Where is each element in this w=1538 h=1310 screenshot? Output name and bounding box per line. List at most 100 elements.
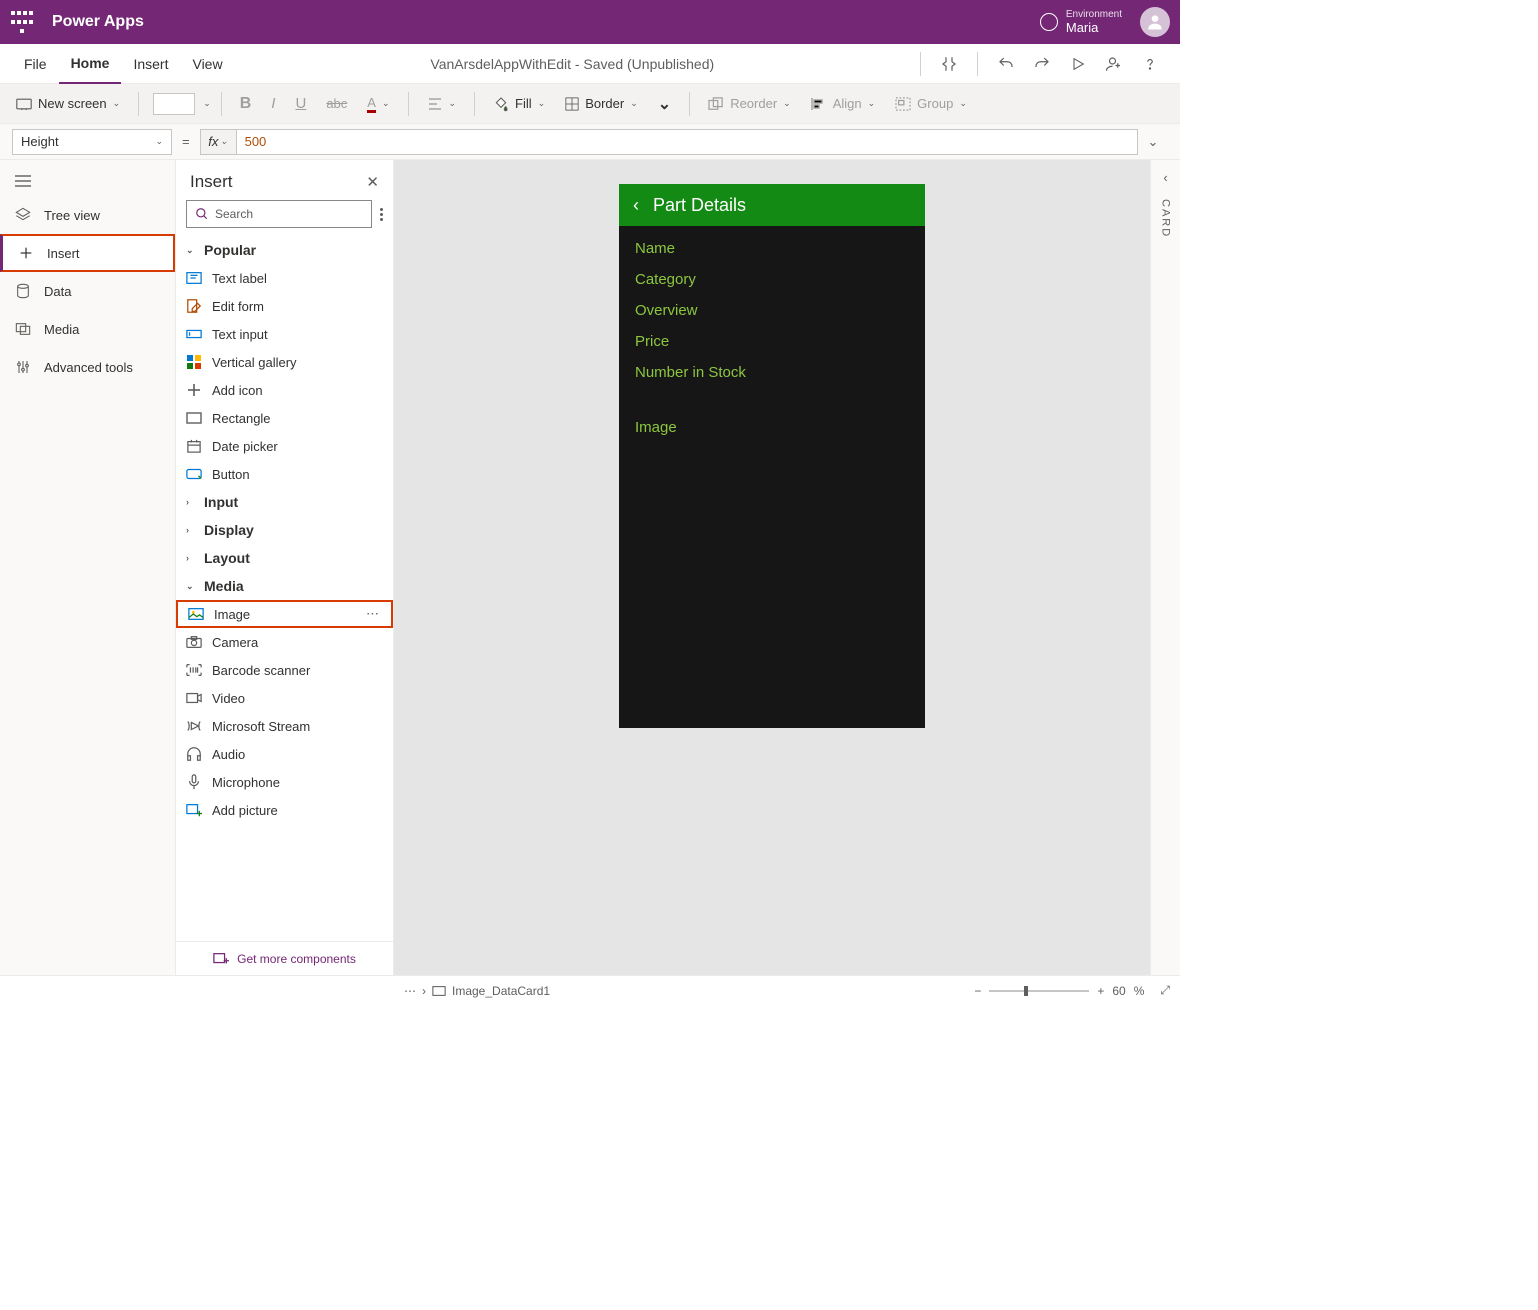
breadcrumb[interactable]: ⋯› Image_DataCard1 [404,984,550,998]
item-text-input[interactable]: Text input [176,320,393,348]
equals-icon: = [182,134,190,149]
category-popular[interactable]: ⌄Popular [176,236,393,264]
zoom-slider[interactable] [989,990,1089,992]
user-avatar[interactable] [1140,7,1170,37]
item-camera[interactable]: Camera [176,628,393,656]
category-layout[interactable]: ›Layout [176,544,393,572]
font-color-button[interactable]: A⌄ [359,91,397,117]
rail-advanced-tools[interactable]: Advanced tools [0,348,175,386]
menu-bar: File Home Insert View VanArsdelAppWithEd… [0,44,1180,84]
item-text-label[interactable]: Text label [176,264,393,292]
properties-panel-collapsed[interactable]: ‹ CARD [1150,160,1180,975]
italic-button[interactable]: I [263,91,283,116]
item-more-icon[interactable]: ⋯ [366,606,381,622]
text-label-icon [186,270,202,286]
redo-icon[interactable] [1028,50,1056,78]
item-audio[interactable]: Audio [176,740,393,768]
reorder-button[interactable]: Reorder⌄ [700,92,799,115]
edit-form-icon [186,298,202,314]
image-icon [188,606,204,622]
menu-file[interactable]: File [12,44,59,84]
share-icon[interactable] [1100,50,1128,78]
form-label-overview: Overview [635,302,909,319]
formula-input[interactable]: 500 [236,129,1138,155]
environment-name: Maria [1066,20,1122,35]
formula-expand-icon[interactable]: ⌄ [1138,134,1168,150]
category-display[interactable]: ›Display [176,516,393,544]
underline-button[interactable]: U [287,91,314,116]
camera-icon [186,634,202,650]
group-button[interactable]: Group⌄ [887,92,975,115]
waffle-icon[interactable] [10,10,34,34]
tools-icon [14,358,32,376]
search-input[interactable]: Search [186,200,372,228]
rail-media[interactable]: Media [0,310,175,348]
item-date-picker[interactable]: Date picker [176,432,393,460]
form-label-image: Image [635,419,909,436]
form-label-category: Category [635,271,909,288]
status-bar: ⋯› Image_DataCard1 − + 60 % ⤢ [0,975,1180,1005]
chevron-left-icon[interactable]: ‹ [1163,170,1167,185]
barcode-icon [186,662,202,678]
menu-home[interactable]: Home [59,44,122,84]
close-icon[interactable]: ✕ [366,173,379,191]
canvas[interactable]: ‹ Part Details Name Category Overview Pr… [394,160,1150,975]
category-media[interactable]: ⌄Media [176,572,393,600]
video-icon [186,690,202,706]
menu-insert[interactable]: Insert [121,44,180,84]
item-video[interactable]: Video [176,684,393,712]
insert-panel-title: Insert [190,172,233,192]
item-button[interactable]: Button [176,460,393,488]
text-input-icon [186,326,202,342]
property-dropdown[interactable]: Height⌄ [12,129,172,155]
item-edit-form[interactable]: Edit form [176,292,393,320]
media-icon [14,320,32,338]
align-button-icon[interactable]: ⌄ [419,93,465,115]
item-rectangle[interactable]: Rectangle [176,404,393,432]
border-button[interactable]: Border⌄ [557,92,646,115]
fx-icon[interactable]: fx⌄ [200,129,236,155]
document-status: VanArsdelAppWithEdit - Saved (Unpublishe… [235,56,910,72]
item-barcode-scanner[interactable]: Barcode scanner [176,656,393,684]
panel-more-icon[interactable] [380,208,383,221]
rail-collapse-icon[interactable] [0,166,175,196]
get-more-components[interactable]: Get more components [176,941,393,975]
bold-button[interactable]: B [232,91,260,117]
back-icon[interactable]: ‹ [633,195,639,216]
new-screen-button[interactable]: New screen⌄ [8,92,128,115]
rail-data[interactable]: Data [0,272,175,310]
item-image[interactable]: Image⋯ [176,600,393,628]
expand-chevron-icon[interactable]: ⌄ [650,90,679,118]
database-icon [14,282,32,300]
zoom-in-icon[interactable]: + [1097,984,1104,998]
item-microsoft-stream[interactable]: Microsoft Stream [176,712,393,740]
zoom-out-icon[interactable]: − [974,984,981,998]
help-icon[interactable] [1136,50,1164,78]
app-header: Power Apps Environment Maria [0,0,1180,44]
search-placeholder: Search [215,207,253,221]
item-vertical-gallery[interactable]: Vertical gallery [176,348,393,376]
fill-button[interactable]: Fill⌄ [485,92,553,116]
button-icon [186,466,202,482]
fullscreen-icon[interactable]: ⤢ [1160,983,1170,998]
insert-panel: Insert ✕ Search ⌄Popular Text label Edit… [176,160,394,975]
rail-tree-view[interactable]: Tree view [0,196,175,234]
undo-icon[interactable] [992,50,1020,78]
breadcrumb-more-icon[interactable]: ⋯ [404,984,416,998]
menu-view[interactable]: View [180,44,234,84]
health-check-icon[interactable] [935,50,963,78]
zoom-level: 60 [1112,984,1125,998]
play-icon[interactable] [1064,50,1092,78]
align-menu-button[interactable]: Align⌄ [803,92,883,115]
theme-color-swatch[interactable] [153,93,195,115]
item-add-icon[interactable]: Add icon [176,376,393,404]
form-label-name: Name [635,240,909,257]
rail-insert[interactable]: Insert [0,234,175,272]
ribbon-toolbar: New screen⌄ ⌄ B I U abc A⌄ ⌄ Fill⌄ Borde… [0,84,1180,124]
strikethrough-button[interactable]: abc [318,92,355,115]
properties-panel-label: CARD [1160,199,1172,238]
item-add-picture[interactable]: Add picture [176,796,393,824]
environment-switcher[interactable]: Environment Maria [1040,9,1122,35]
globe-icon [1040,13,1058,31]
category-input[interactable]: ›Input [176,488,393,516]
